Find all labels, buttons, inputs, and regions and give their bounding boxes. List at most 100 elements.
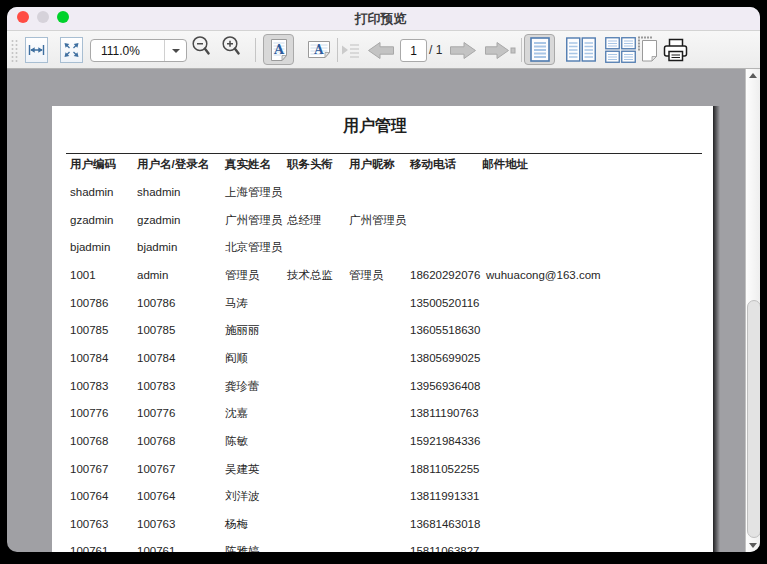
table-cell: 技术总监	[287, 267, 333, 283]
zoom-window-button[interactable]	[57, 11, 69, 23]
table-cell: 100776	[137, 405, 175, 421]
table-cell: 管理员	[225, 267, 260, 283]
table-cell: 陈雅婷	[225, 543, 260, 552]
table-cell: 100767	[137, 461, 175, 477]
table-cell: 阎顺	[225, 350, 248, 366]
table-cell: 杨梅	[225, 516, 248, 532]
table-cell: 15811063827	[410, 543, 480, 552]
table-cell: 100786	[70, 295, 108, 311]
toolbar-separator	[521, 38, 522, 62]
document-page: 用户管理 用户编码用户名/登录名真实姓名职务头衔用户昵称移动电话邮件地址shad…	[52, 106, 713, 552]
vertical-scrollbar[interactable]	[745, 69, 760, 552]
titlebar[interactable]: 打印预览	[7, 7, 760, 31]
table-cell: 吴建英	[225, 461, 260, 477]
print-preview-window: 打印预览	[7, 7, 760, 552]
zoom-out-icon[interactable]	[188, 34, 211, 57]
go-previous-icon[interactable]	[367, 41, 395, 60]
table-cell: 北京管理员	[225, 239, 283, 255]
all-pages-icon	[605, 37, 636, 63]
table-cell: 1001	[70, 267, 96, 283]
table-cell: 100786	[137, 295, 175, 311]
table-cell: 沈嘉	[225, 405, 248, 421]
close-button[interactable]	[17, 11, 29, 23]
table-cell: 15921984336	[410, 433, 480, 449]
table-cell: 广州管理员	[349, 212, 407, 228]
table-cell: 陈敏	[225, 433, 248, 449]
table-cell: 100767	[70, 461, 108, 477]
scroll-up-icon[interactable]	[749, 73, 757, 78]
fit-width-button[interactable]	[25, 37, 48, 63]
orientation-landscape-button[interactable]: A	[303, 34, 334, 65]
table-cell: gzadmin	[137, 212, 180, 228]
scrollbar-thumb[interactable]	[747, 300, 761, 538]
column-header: 移动电话	[410, 156, 456, 172]
page-number-input[interactable]	[400, 39, 427, 62]
table-cell: 100768	[70, 433, 108, 449]
table-cell: 广州管理员	[225, 212, 283, 228]
table-cell: 100784	[70, 350, 108, 366]
table-cell: 100783	[137, 378, 175, 394]
page-setup-icon[interactable]	[638, 36, 659, 65]
table-cell: 管理员	[349, 267, 384, 283]
minimize-button[interactable]	[37, 11, 49, 23]
fit-page-icon	[61, 38, 82, 62]
scroll-down-icon[interactable]	[749, 543, 757, 548]
toolbar-grip[interactable]	[11, 39, 21, 63]
zoom-value: 111.0%	[101, 44, 140, 58]
fit-page-button[interactable]	[60, 37, 83, 63]
table-cell: 100761	[137, 543, 175, 552]
table-cell: admin	[137, 267, 168, 283]
table-cell: 上海管理员	[225, 184, 283, 200]
table-cell: 施丽丽	[225, 322, 260, 338]
landscape-page-icon: A	[307, 40, 331, 59]
table-cell: 100776	[70, 405, 108, 421]
table-cell: 18811052255	[410, 461, 480, 477]
table-cell: 13805699025	[410, 350, 480, 366]
column-header: 邮件地址	[482, 156, 528, 172]
go-next-icon[interactable]	[449, 41, 477, 60]
table-cell: 100783	[70, 378, 108, 394]
orientation-portrait-button[interactable]: A	[263, 34, 294, 65]
table-cell: 100764	[137, 488, 175, 504]
table-cell: 100763	[137, 516, 175, 532]
print-icon[interactable]	[663, 37, 689, 63]
column-header: 真实姓名	[225, 156, 271, 172]
table-cell: 100784	[137, 350, 175, 366]
view-single-page-button[interactable]	[524, 34, 555, 65]
table-cell: gzadmin	[70, 212, 113, 228]
table-cell: 100768	[137, 433, 175, 449]
view-all-pages-button[interactable]	[605, 34, 636, 65]
zoom-in-icon[interactable]	[218, 34, 241, 57]
table-cell: 刘洋波	[225, 488, 260, 504]
table-cell: 13605518630	[410, 322, 480, 338]
go-last-icon[interactable]	[485, 41, 516, 60]
toolbar: 111.0% A	[7, 31, 760, 69]
table-cell: 总经理	[287, 212, 322, 228]
table-cell: 13681463018	[410, 516, 480, 532]
zoom-combobox[interactable]: 111.0%	[90, 39, 187, 62]
go-first-icon[interactable]	[342, 41, 362, 59]
column-header: 职务头衔	[287, 156, 333, 172]
table-cell: 100785	[70, 322, 108, 338]
preview-area[interactable]: 用户管理 用户编码用户名/登录名真实姓名职务头衔用户昵称移动电话邮件地址shad…	[7, 69, 760, 552]
table-cell: 13500520116	[410, 295, 480, 311]
chevron-down-icon	[172, 49, 180, 53]
portrait-page-icon: A	[270, 38, 288, 62]
page-shadow	[713, 106, 720, 552]
header-rule	[66, 153, 702, 154]
column-header: 用户昵称	[349, 156, 395, 172]
view-facing-pages-button[interactable]	[565, 34, 596, 65]
table-cell: bjadmin	[70, 239, 110, 255]
fit-width-icon	[26, 38, 47, 62]
toolbar-separator	[255, 38, 256, 62]
column-header: 用户编码	[70, 156, 116, 172]
table-cell: 13956936408	[410, 378, 480, 394]
traffic-lights	[17, 11, 69, 23]
table-cell: shadmin	[70, 184, 113, 200]
svg-text:A: A	[272, 42, 284, 57]
table-cell: wuhuacong@163.com	[486, 267, 601, 283]
zoom-dropdown[interactable]	[164, 40, 186, 61]
column-header: 用户名/登录名	[137, 156, 209, 172]
table-cell: 13811991331	[410, 488, 480, 504]
single-page-icon	[530, 37, 550, 62]
